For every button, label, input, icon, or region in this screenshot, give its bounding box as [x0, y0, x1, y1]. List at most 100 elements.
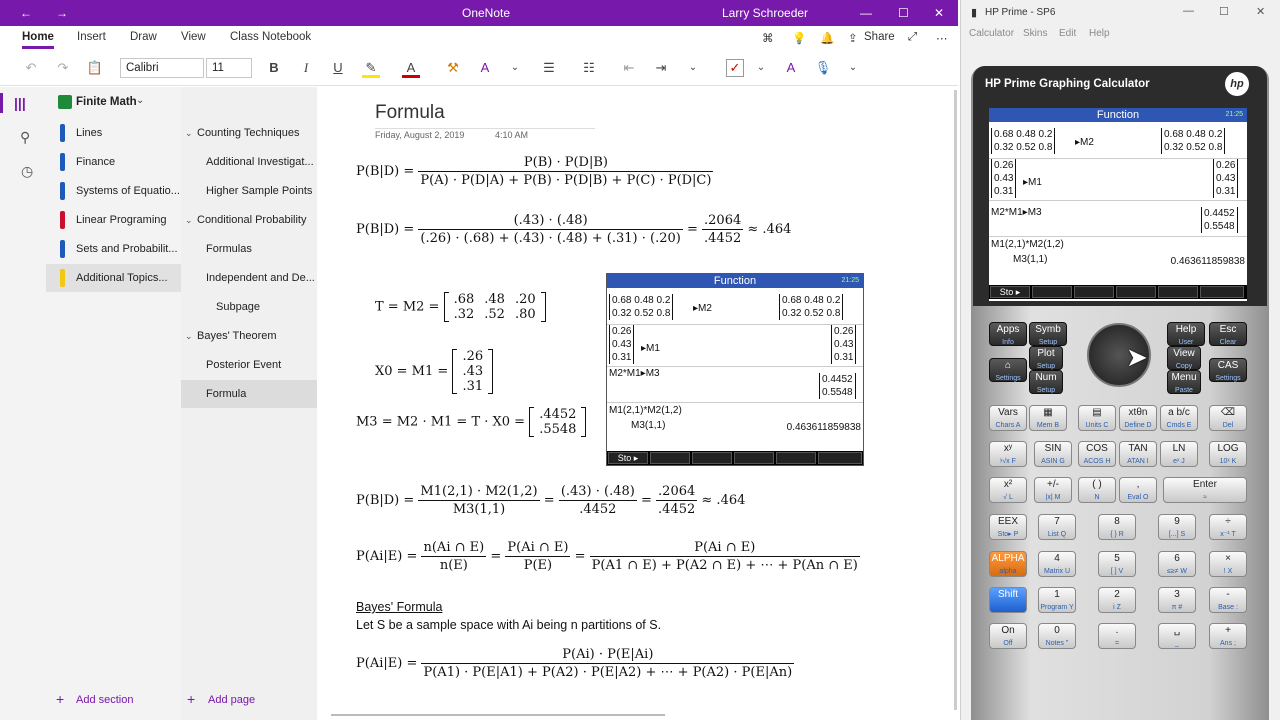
calc-key[interactable]: CAS Settings	[1209, 358, 1247, 382]
page-title[interactable]: Formula	[375, 102, 595, 129]
tab-home[interactable]: Home	[22, 31, 54, 49]
calc-key[interactable]: Esc Clear	[1209, 322, 1247, 346]
calc-key[interactable]: 6 ≤≥≠ W	[1158, 551, 1196, 577]
softkey-blank[interactable]	[1200, 286, 1244, 298]
format-painter-icon[interactable]: ⚒	[444, 58, 462, 78]
calc-key[interactable]: Num Setup	[1029, 370, 1063, 394]
page-item[interactable]: Higher Sample Points	[181, 177, 317, 205]
immersive-reader-icon[interactable]: ⌘	[762, 31, 774, 45]
section-item[interactable]: Systems of Equatio...	[46, 177, 181, 205]
bold-button[interactable]: B	[266, 58, 282, 78]
search-icon[interactable]: ⚲	[20, 129, 30, 146]
chevron-down-icon[interactable]: ⌄	[846, 58, 860, 78]
calc-key[interactable]: 8 { } R	[1098, 514, 1136, 540]
spelling-icon[interactable]: A	[782, 58, 800, 78]
minimize-icon[interactable]: —	[1183, 5, 1194, 17]
section-item[interactable]: Linear Programing	[46, 206, 181, 234]
vertical-scrollbar[interactable]	[954, 90, 957, 710]
close-icon[interactable]: ✕	[1256, 5, 1265, 18]
menu-help[interactable]: Help	[1089, 28, 1110, 39]
add-section-button[interactable]: Add section	[76, 694, 133, 706]
calc-key[interactable]: EEX Sto▸ P	[989, 514, 1027, 540]
numbering-icon[interactable]: ☷	[580, 58, 598, 78]
section-item[interactable]: Finance	[46, 148, 181, 176]
page-item[interactable]: ⌄ Counting Techniques	[181, 119, 317, 147]
close-icon[interactable]: ✕	[934, 6, 944, 20]
calc-key[interactable]: a b/c Cmds E	[1160, 405, 1198, 431]
page-item[interactable]: ⌄ Bayes' Theorem	[181, 322, 317, 350]
page-item[interactable]: Formula	[181, 380, 317, 408]
calc-key[interactable]: 4 Matrix U	[1038, 551, 1076, 577]
page-item[interactable]: Subpage	[181, 293, 317, 321]
calc-key[interactable]: + Ans ;	[1209, 623, 1247, 649]
bell-icon[interactable]: 🔔	[820, 31, 834, 45]
tab-draw[interactable]: Draw	[130, 31, 157, 43]
calc-key[interactable]: , Eval O	[1119, 477, 1157, 503]
softkey-blank[interactable]	[1158, 286, 1198, 298]
calc-key[interactable]: - Base :	[1209, 587, 1247, 613]
undo-icon[interactable]: ↶	[22, 58, 40, 78]
calc-key[interactable]: Apps Info	[989, 322, 1027, 346]
calc-key[interactable]: LN eˣ J	[1160, 441, 1198, 467]
section-item[interactable]: Additional Topics...	[46, 264, 181, 292]
chevron-down-icon[interactable]: ⌄	[185, 322, 193, 350]
calc-key[interactable]: Plot Setup	[1029, 346, 1063, 370]
chevron-down-icon[interactable]: ⌄	[754, 58, 768, 78]
todo-tag-icon[interactable]: ✓	[726, 59, 744, 77]
font-size-field[interactable]: 11	[206, 58, 252, 78]
page-canvas[interactable]: Formula Friday, August 2, 2019 4:10 AM P…	[317, 87, 957, 720]
calc-key[interactable]: . =	[1098, 623, 1136, 649]
highlight-icon[interactable]: ✎	[362, 58, 380, 78]
add-page-button[interactable]: Add page	[208, 694, 255, 706]
font-name-field[interactable]: Calibri	[120, 58, 204, 78]
notebooks-icon[interactable]: |||	[14, 95, 34, 111]
chevron-down-icon[interactable]: ⌄	[508, 58, 522, 78]
calc-key[interactable]: ␣ _	[1158, 623, 1196, 649]
expand-icon[interactable]: ⤢	[908, 31, 917, 44]
calc-key[interactable]: 7 List Q	[1038, 514, 1076, 540]
chevron-down-icon[interactable]: ⌄	[185, 206, 193, 234]
bullets-icon[interactable]: ☰	[540, 58, 558, 78]
calc-key[interactable]: SIN ASIN G	[1034, 441, 1072, 467]
calc-key[interactable]: TAN ATAN I	[1119, 441, 1157, 467]
maximize-icon[interactable]: ☐	[1219, 5, 1229, 18]
calc-key[interactable]: ÷ x⁻¹ T	[1209, 514, 1247, 540]
underline-button[interactable]: U	[330, 58, 346, 78]
softkey-blank[interactable]	[1116, 286, 1156, 298]
calc-key[interactable]: +/- |x| M	[1034, 477, 1072, 503]
calc-key[interactable]: 2 i Z	[1098, 587, 1136, 613]
calc-key[interactable]: ( ) N	[1078, 477, 1116, 503]
calc-key[interactable]: COS ACOS H	[1078, 441, 1116, 467]
recent-icon[interactable]: ◷	[21, 163, 33, 180]
menu-skins[interactable]: Skins	[1023, 28, 1047, 39]
calc-key[interactable]: Shift	[989, 587, 1027, 613]
maximize-icon[interactable]: ☐	[898, 6, 909, 20]
calc-key[interactable]: ALPHA alpha	[989, 551, 1027, 577]
section-item[interactable]: Lines	[46, 119, 181, 147]
calc-key[interactable]: LOG 10ˣ K	[1209, 441, 1247, 467]
calc-key[interactable]: Symb Setup	[1029, 322, 1067, 346]
clipboard-icon[interactable]: 📋	[86, 58, 104, 78]
notebook-name[interactable]: Finite Math	[76, 96, 137, 108]
share-icon[interactable]: ⇪	[848, 31, 858, 45]
calc-key[interactable]: xtθn Define D	[1119, 405, 1157, 431]
page-item[interactable]: ⌄ Conditional Probability	[181, 206, 317, 234]
calc-key[interactable]: Menu Paste	[1167, 370, 1201, 394]
calc-key[interactable]: On Off	[989, 623, 1027, 649]
softkey-blank[interactable]	[1074, 286, 1114, 298]
page-item[interactable]: Posterior Event	[181, 351, 317, 379]
outdent-icon[interactable]: ⇤	[620, 58, 638, 78]
calc-key[interactable]: 1 Program Y	[1038, 587, 1076, 613]
tab-insert[interactable]: Insert	[77, 31, 106, 43]
share-button[interactable]: Share	[864, 31, 895, 43]
dictate-icon[interactable]: 🎙	[814, 58, 832, 78]
calc-key[interactable]: ▦ Mem B	[1029, 405, 1067, 431]
minimize-icon[interactable]: —	[860, 6, 872, 20]
calc-key[interactable]: Help User	[1167, 322, 1205, 346]
font-color-icon[interactable]: A	[402, 58, 420, 78]
more-icon[interactable]: ⋯	[936, 31, 948, 45]
indent-icon[interactable]: ⇥	[652, 58, 670, 78]
calc-key[interactable]: View Copy	[1167, 346, 1201, 370]
calc-key[interactable]: 5 [ ] V	[1098, 551, 1136, 577]
tab-view[interactable]: View	[181, 31, 206, 43]
